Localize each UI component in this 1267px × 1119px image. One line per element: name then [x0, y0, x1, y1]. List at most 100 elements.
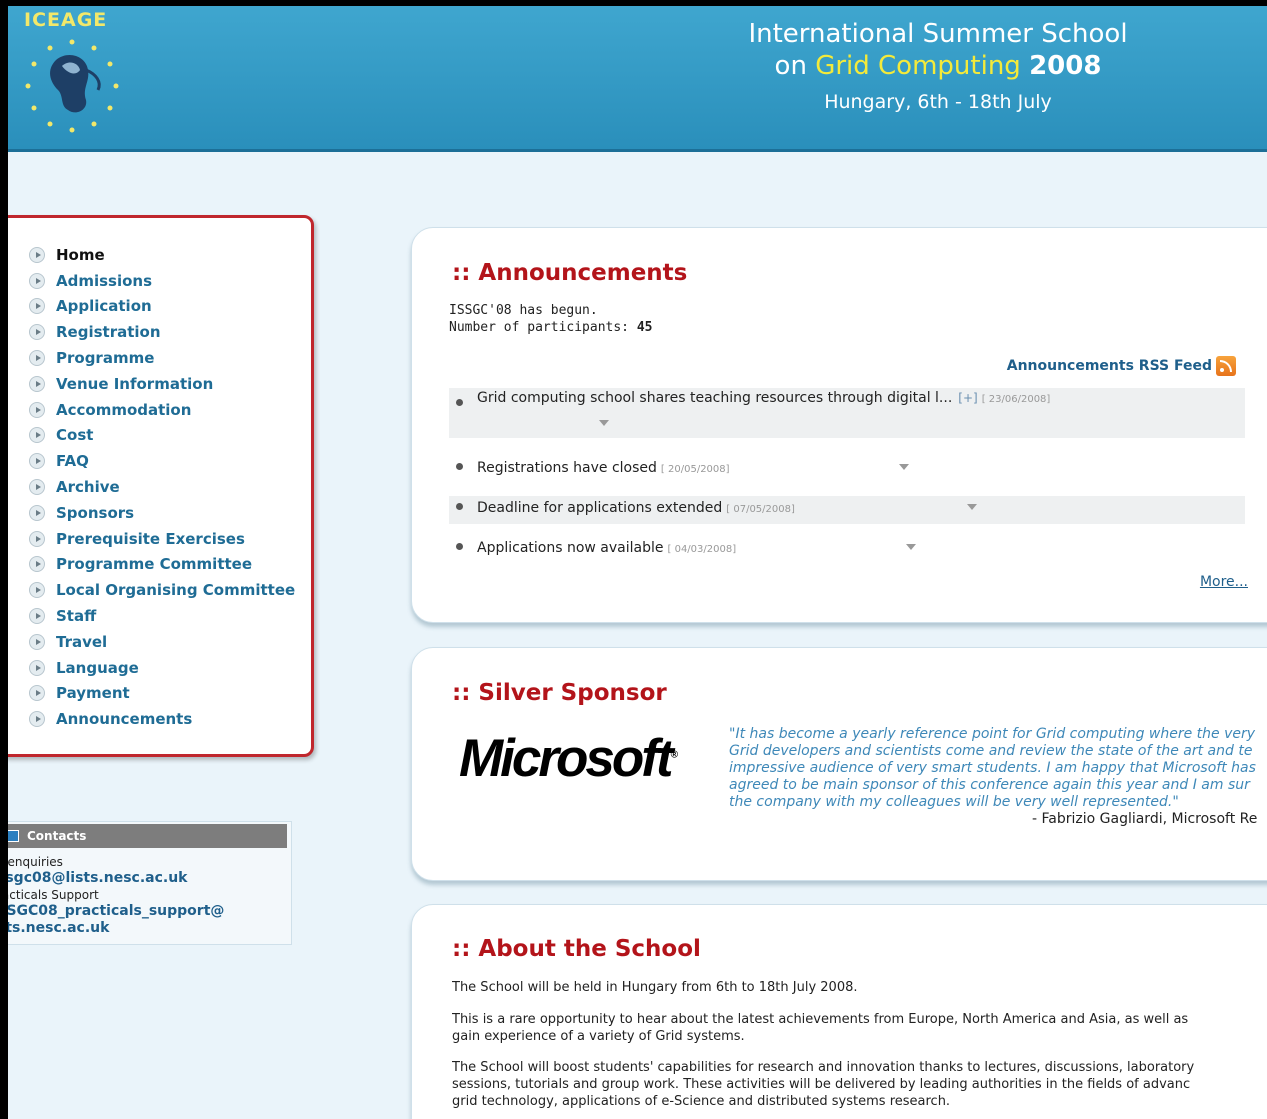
site-title-line1: International Summer School	[748, 19, 1128, 49]
microsoft-registered-mark: ®	[670, 749, 678, 761]
nav-item-label: Programme	[56, 349, 155, 368]
quote-line: "It has become a yearly reference point …	[729, 726, 1256, 742]
expand-caret-icon[interactable]	[899, 464, 909, 470]
bullet-icon	[456, 503, 463, 510]
practicals-email-part1[interactable]: SSGC08_practicals_support@	[8, 903, 291, 920]
expand-caret-icon[interactable]	[967, 504, 977, 510]
site-title-line2: on Grid Computing 2008	[688, 50, 1188, 82]
nav-item-label: Local Organising Committee	[56, 581, 296, 600]
nav-item-label: Application	[56, 297, 152, 316]
rss-icon[interactable]	[1216, 356, 1236, 376]
nav-item-label: Prerequisite Exercises	[56, 529, 245, 548]
contacts-header[interactable]: Contacts	[8, 824, 287, 848]
announcement-line: Grid computing school shares teaching re…	[477, 390, 1050, 406]
sponsor-title: :: Silver Sponsor	[452, 680, 667, 706]
nav-arrow-icon	[29, 324, 45, 341]
site-subtitle: Hungary, 6th - 18th July	[824, 91, 1052, 113]
practicals-email-part2[interactable]: sts.nesc.ac.uk	[8, 920, 291, 937]
enquiries-email-link[interactable]: ssgc08@lists.nesc.ac.uk	[8, 870, 291, 887]
about-panel: :: About the School The School will be h…	[411, 904, 1267, 1119]
nav-item-label: Sponsors	[56, 503, 135, 522]
iceage-globe-logo-icon[interactable]	[16, 30, 128, 138]
nav-item-admissions[interactable]: Admissions	[29, 268, 295, 294]
nav-item-travel[interactable]: Travel	[29, 629, 295, 655]
announcement-date: [ 20/05/2008]	[660, 464, 730, 475]
contacts-box: Contacts ll enquiries ssgc08@lists.nesc.…	[8, 821, 292, 945]
nav-item-sponsors[interactable]: Sponsors	[29, 500, 295, 526]
announcements-intro: ISSGC'08 has begun. Number of participan…	[449, 302, 653, 336]
nav-item-staff[interactable]: Staff	[29, 603, 295, 629]
announcement-item: Applications now available[ 04/03/2008]	[449, 536, 1245, 564]
nav-item-programme[interactable]: Programme	[29, 345, 295, 371]
site-title-on: on	[774, 51, 807, 81]
rss-feed-link[interactable]: Announcements RSS Feed	[1007, 358, 1212, 374]
expand-announcement-link[interactable]: [+]	[958, 391, 977, 405]
announcement-title-link[interactable]: Registrations have closed	[477, 460, 657, 476]
announcement-date: [ 04/03/2008]	[667, 544, 737, 555]
about-paragraph-3-line: sessions, tutorials and group work. Thes…	[452, 1077, 1191, 1092]
nav-arrow-icon	[29, 711, 45, 728]
participants-count: 45	[636, 320, 653, 335]
contacts-toggle-icon[interactable]	[8, 830, 19, 842]
nav-item-archive[interactable]: Archive	[29, 474, 295, 500]
nav-item-programme-committee[interactable]: Programme Committee	[29, 552, 295, 578]
about-paragraph-3: The School will boost students' capabili…	[452, 1059, 1267, 1110]
nav-item-label: Registration	[56, 323, 161, 342]
nav-item-announcements[interactable]: Announcements	[29, 706, 295, 732]
nav-item-label: Language	[56, 658, 139, 677]
school-status-text: ISSGC'08 has begun.	[449, 303, 598, 318]
quote-line: agreed to be main sponsor of this confer…	[729, 777, 1250, 793]
nav-arrow-icon	[29, 479, 45, 496]
about-paragraph-1: The School will be held in Hungary from …	[452, 980, 858, 995]
bullet-icon	[456, 463, 463, 470]
nav-item-application[interactable]: Application	[29, 294, 295, 320]
announcement-date: [ 07/05/2008]	[726, 504, 795, 515]
announcement-title-link[interactable]: Grid computing school shares teaching re…	[477, 390, 952, 406]
practicals-email-link[interactable]: SSGC08_practicals_support@ sts.nesc.ac.u…	[8, 903, 291, 937]
nav-arrow-icon	[29, 556, 45, 573]
site-title-year: 2008	[1029, 51, 1102, 81]
site-title: International Summer School on Grid Comp…	[688, 18, 1188, 82]
nav-item-language[interactable]: Language	[29, 655, 295, 681]
nav-item-prerequisite-exercises[interactable]: Prerequisite Exercises	[29, 526, 295, 552]
nav-item-registration[interactable]: Registration	[29, 319, 295, 345]
about-paragraph-2-line: This is a rare opportunity to hear about…	[452, 1012, 1189, 1027]
nav-item-cost[interactable]: Cost	[29, 423, 295, 449]
more-announcements-link[interactable]: More...	[1200, 574, 1248, 590]
microsoft-logo[interactable]: Microsoft®	[459, 728, 678, 789]
nav-arrow-icon	[29, 608, 45, 625]
nav-item-payment[interactable]: Payment	[29, 681, 295, 707]
main-navigation: Home Admissions Application Registration Pro…	[8, 215, 314, 757]
expand-caret-icon[interactable]	[599, 420, 609, 426]
quote-line: impressive audience of very smart studen…	[729, 760, 1256, 776]
nav-arrow-icon	[29, 401, 45, 418]
microsoft-logo-text: Microsoft	[459, 729, 673, 788]
announcement-title-link[interactable]: Deadline for applications extended	[477, 500, 722, 516]
nav-item-label: Programme Committee	[56, 555, 253, 574]
expand-caret-icon[interactable]	[906, 544, 916, 550]
announcement-line: Deadline for applications extended [ 07/0…	[477, 500, 795, 516]
nav-item-accommodation[interactable]: Accommodation	[29, 397, 295, 423]
practicals-label: racticals Support	[8, 888, 99, 902]
page: ICEAGE International Summer School on Gr…	[8, 6, 1267, 1119]
announcement-item: Registrations have closed[ 20/05/2008]	[449, 456, 1245, 486]
sponsor-quote: "It has become a yearly reference point …	[729, 726, 1267, 811]
nav-arrow-icon	[29, 633, 45, 650]
announcements-title: :: Announcements	[452, 260, 688, 286]
nav-item-local-organising-committee[interactable]: Local Organising Committee	[29, 577, 295, 603]
nav-arrow-icon	[29, 246, 45, 263]
announcement-item: Grid computing school shares teaching re…	[449, 388, 1245, 438]
nav-item-label: FAQ	[56, 452, 89, 471]
announcements-panel: :: Announcements ISSGC'08 has begun. Num…	[411, 227, 1267, 623]
nav-item-faq[interactable]: FAQ	[29, 448, 295, 474]
nav-item-label: Staff	[56, 607, 97, 626]
about-paragraph-2: This is a rare opportunity to hear about…	[452, 1011, 1267, 1045]
about-paragraph-3-line: grid technology, applications of e-Scien…	[452, 1094, 951, 1109]
iceage-logo-text[interactable]: ICEAGE	[24, 9, 107, 31]
nav-item-home[interactable]: Home	[29, 242, 295, 268]
nav-item-venue-information[interactable]: Venue Information	[29, 371, 295, 397]
announcement-title-link[interactable]: Applications now available	[477, 540, 664, 556]
quote-line: Grid developers and scientists come and …	[729, 743, 1253, 759]
site-header: ICEAGE International Summer School on Gr…	[8, 6, 1267, 152]
nav-item-label: Venue Information	[56, 374, 214, 393]
